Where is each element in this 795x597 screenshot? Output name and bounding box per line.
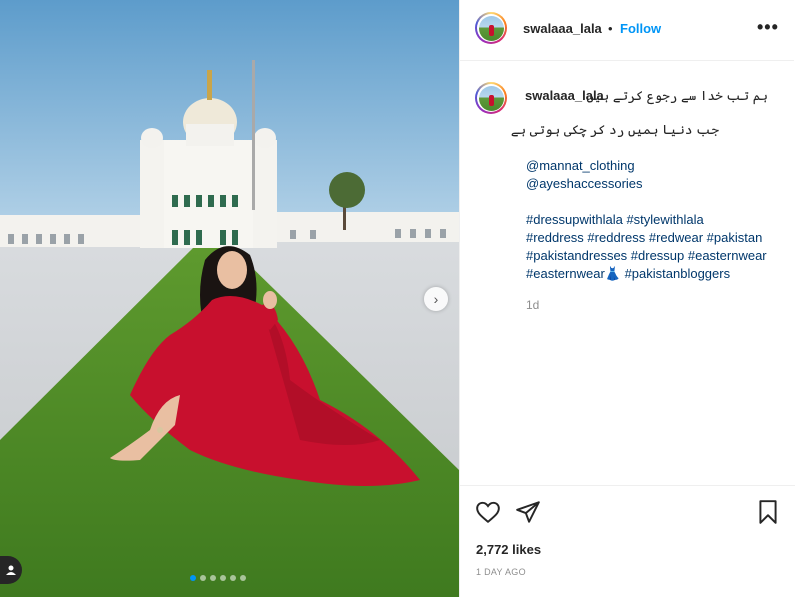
carousel-dot <box>230 575 236 581</box>
hashtag-line: #easternwear👗 #pakistanbloggers <box>526 266 730 282</box>
separator-dot: • <box>608 21 613 36</box>
hashtag-link[interactable]: #easternwear <box>526 266 605 281</box>
actions-divider <box>459 485 795 486</box>
carousel-next-button[interactable]: › <box>424 287 448 311</box>
caption-urdu-line-1: ہم تب خدا سے رجوع کرتے ہیں <box>586 88 768 103</box>
mention-link[interactable]: @mannat_clothing <box>526 158 635 173</box>
mention-link[interactable]: @ayeshaccessories <box>526 176 643 191</box>
carousel-dot <box>200 575 206 581</box>
hashtag-line[interactable]: #pakistandresses #dressup #easternwear <box>526 248 767 263</box>
share-button[interactable] <box>515 499 541 530</box>
caption-urdu-line-2: جب دنیا ہمیں رد کر چکی ہوتی ہے <box>510 122 719 137</box>
bookmark-icon <box>759 500 777 524</box>
hashtag-line[interactable]: #reddress #reddress #redwear #pakistan <box>526 230 762 245</box>
carousel-dot <box>220 575 226 581</box>
like-button[interactable] <box>475 499 501 530</box>
hashtag-link[interactable]: #pakistanbloggers <box>621 266 731 281</box>
dress-emoji: 👗 <box>604 266 621 281</box>
heart-icon <box>476 501 500 524</box>
header-avatar[interactable] <box>475 12 507 44</box>
post-time[interactable]: 1 DAY AGO <box>476 567 526 577</box>
share-icon <box>516 501 540 523</box>
photo-illustration <box>0 0 459 597</box>
carousel-dot <box>190 575 196 581</box>
caption-age: 1d <box>526 298 540 312</box>
save-button[interactable] <box>755 499 781 530</box>
more-options-button[interactable]: ••• <box>757 17 779 38</box>
avatar-image <box>478 85 504 111</box>
carousel-dots <box>190 575 246 581</box>
hashtag-line[interactable]: #dressupwithlala #stylewithlala <box>526 212 704 227</box>
chevron-right-icon: › <box>433 291 439 307</box>
post-photo[interactable]: › <box>0 0 459 597</box>
follow-button[interactable]: Follow <box>620 21 661 36</box>
avatar-image <box>478 15 504 41</box>
header-username[interactable]: swalaaa_lala <box>523 21 602 36</box>
user-tag-icon <box>6 565 16 575</box>
carousel-dot <box>210 575 216 581</box>
more-icon: ••• <box>757 17 779 37</box>
carousel-dot <box>240 575 246 581</box>
likes-count[interactable]: 2,772 likes <box>476 542 541 557</box>
caption-avatar[interactable] <box>475 82 507 114</box>
